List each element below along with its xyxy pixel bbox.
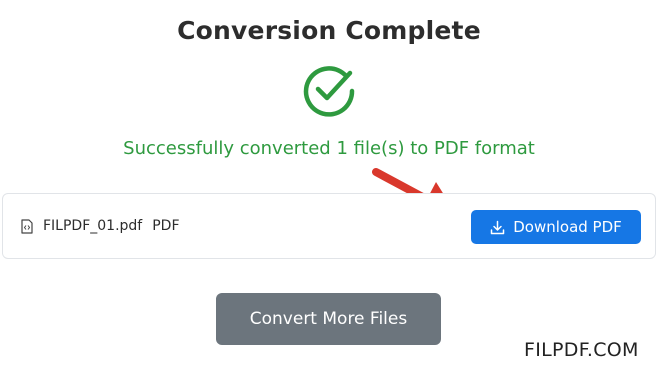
file-info: FILPDF_01.pdf PDF [21,218,180,234]
check-circle-icon [302,64,356,118]
file-result-card: FILPDF_01.pdf PDF Download PDF [2,193,656,259]
watermark-text: FILPDF.COM [524,339,639,361]
file-type: PDF [152,218,180,234]
success-message: Successfully converted 1 file(s) to PDF … [123,138,535,159]
download-pdf-button[interactable]: Download PDF [471,210,641,244]
download-icon [490,220,505,235]
file-name: FILPDF_01.pdf [43,218,143,234]
download-button-label: Download PDF [513,218,622,236]
file-code-icon [21,218,33,234]
page-title: Conversion Complete [177,16,481,45]
convert-more-files-button[interactable]: Convert More Files [216,293,441,345]
